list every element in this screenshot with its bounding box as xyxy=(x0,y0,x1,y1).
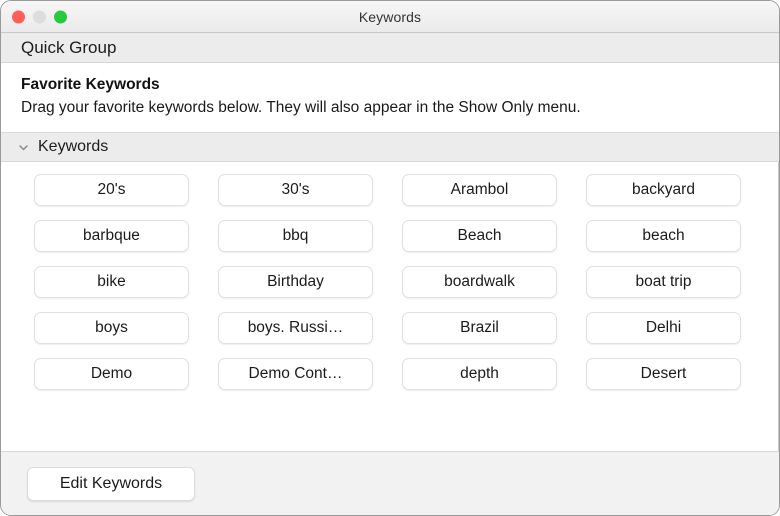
keyword-pill[interactable]: 30's xyxy=(218,174,373,206)
keyword-pill[interactable]: bbq xyxy=(218,220,373,252)
chevron-down-icon[interactable] xyxy=(17,141,30,154)
keyword-pill[interactable]: Delhi xyxy=(586,312,741,344)
keywords-window: Keywords Quick Group Favorite Keywords D… xyxy=(0,0,780,516)
edit-keywords-button[interactable]: Edit Keywords xyxy=(27,467,195,501)
keyword-pill[interactable]: 20's xyxy=(34,174,189,206)
keyword-pill[interactable]: boardwalk xyxy=(402,266,557,298)
keyword-pill[interactable]: depth xyxy=(402,358,557,390)
keyword-pill[interactable]: beach xyxy=(586,220,741,252)
keyword-pill[interactable]: boys xyxy=(34,312,189,344)
close-button[interactable] xyxy=(12,10,25,23)
keywords-section-label: Keywords xyxy=(38,138,108,156)
footer-bar: Edit Keywords xyxy=(1,451,779,515)
zoom-button[interactable] xyxy=(54,10,67,23)
favorite-keywords-title: Favorite Keywords xyxy=(21,74,757,95)
vertical-scrollbar[interactable] xyxy=(778,162,779,451)
keywords-scroll-area[interactable]: 20's 30's Arambol backyard barbque bbq Beachbe… xyxy=(1,162,779,451)
keyword-pill[interactable]: Birthday xyxy=(218,266,373,298)
keywords-grid: 20's 30's Arambol backyard barbque bbq Beachbe… xyxy=(34,162,779,390)
keyword-pill[interactable]: Demo Cont… xyxy=(218,358,373,390)
favorite-keywords-description: Drag your favorite keywords below. They … xyxy=(21,97,721,119)
window-title: Keywords xyxy=(1,9,779,25)
keywords-section-header[interactable]: Keywords xyxy=(1,132,779,162)
keyword-pill[interactable]: Arambol xyxy=(402,174,557,206)
traffic-lights xyxy=(12,10,67,23)
keyword-pill[interactable]: barbque xyxy=(34,220,189,252)
quick-group-label: Quick Group xyxy=(21,38,116,58)
titlebar: Keywords xyxy=(1,1,779,33)
favorite-keywords-section: Favorite Keywords Drag your favorite key… xyxy=(1,63,779,132)
keyword-pill[interactable]: Beach xyxy=(402,220,557,252)
keyword-pill[interactable]: Brazil xyxy=(402,312,557,344)
minimize-button[interactable] xyxy=(33,10,46,23)
keyword-pill[interactable]: bike xyxy=(34,266,189,298)
quick-group-bar[interactable]: Quick Group xyxy=(1,33,779,63)
keyword-pill[interactable]: Desert xyxy=(586,358,741,390)
keyword-pill[interactable]: boys. Russi… xyxy=(218,312,373,344)
keyword-pill[interactable]: Demo xyxy=(34,358,189,390)
keyword-pill[interactable]: boat trip xyxy=(586,266,741,298)
keyword-pill[interactable]: backyard xyxy=(586,174,741,206)
